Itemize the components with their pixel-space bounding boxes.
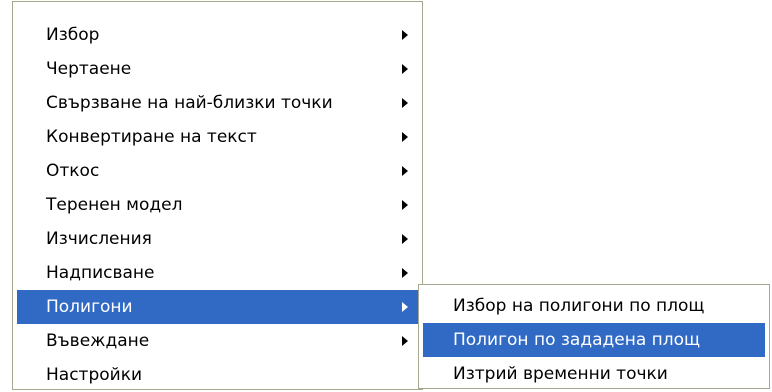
submenu-item-iztriy-tochki[interactable]: Изтрий временни точки (423, 357, 765, 391)
submenu-item-label: Избор на полигони по площ (453, 296, 705, 316)
menu-item-terenen-model[interactable]: Теренен модел (17, 188, 418, 222)
menu-item-otkos[interactable]: Откос (17, 154, 418, 188)
chevron-right-icon (402, 30, 408, 40)
chevron-right-icon (402, 234, 408, 244)
submenu-poligoni: Избор на полигони по площ Полигон по зад… (418, 284, 770, 389)
submenu-item-poligon-po-plosht[interactable]: Полигон по зададена площ (423, 323, 765, 357)
menu-item-izchisleniya[interactable]: Изчисления (17, 222, 418, 256)
chevron-right-icon (402, 98, 408, 108)
menu-item-chertaene[interactable]: Чертаене (17, 52, 418, 86)
chevron-right-icon (402, 268, 408, 278)
menu-item-nastroyki[interactable]: Настройки (17, 358, 418, 392)
menu-item-label: Теренен модел (46, 195, 183, 215)
chevron-right-icon (402, 64, 408, 74)
menu-item-label: Конвертиране на текст (46, 127, 257, 147)
menu-item-label: Надписване (46, 263, 155, 283)
menu-item-konvertirane[interactable]: Конвертиране на текст (17, 120, 418, 154)
menu-item-label: Чертаене (46, 59, 132, 79)
menu-item-label: Полигони (46, 297, 133, 317)
chevron-right-icon (402, 166, 408, 176)
submenu-item-izbor-po-plosht[interactable]: Избор на полигони по площ (423, 289, 765, 323)
context-menu: Избор Чертаене Свързване на най-близки т… (12, 1, 423, 390)
chevron-right-icon (402, 336, 408, 346)
submenu-item-label: Изтрий временни точки (453, 364, 668, 384)
menu-item-label: Свързване на най-близки точки (46, 93, 333, 113)
menu-item-nadpisvane[interactable]: Надписване (17, 256, 418, 290)
menu-item-izbor[interactable]: Избор (17, 18, 418, 52)
menu-item-poligoni[interactable]: Полигони (17, 290, 418, 324)
menu-item-vavezhdane[interactable]: Въвеждане (17, 324, 418, 358)
menu-item-label: Избор (46, 25, 100, 45)
menu-item-label: Откос (46, 161, 100, 181)
chevron-right-icon (402, 132, 408, 142)
menu-item-svarzvane[interactable]: Свързване на най-близки точки (17, 86, 418, 120)
menu-item-label: Въвеждане (46, 331, 150, 351)
submenu-item-label: Полигон по зададена площ (453, 330, 701, 350)
menu-item-label: Изчисления (46, 229, 152, 249)
menu-item-label: Настройки (46, 365, 143, 385)
chevron-right-icon (402, 200, 408, 210)
chevron-right-icon (402, 302, 408, 312)
